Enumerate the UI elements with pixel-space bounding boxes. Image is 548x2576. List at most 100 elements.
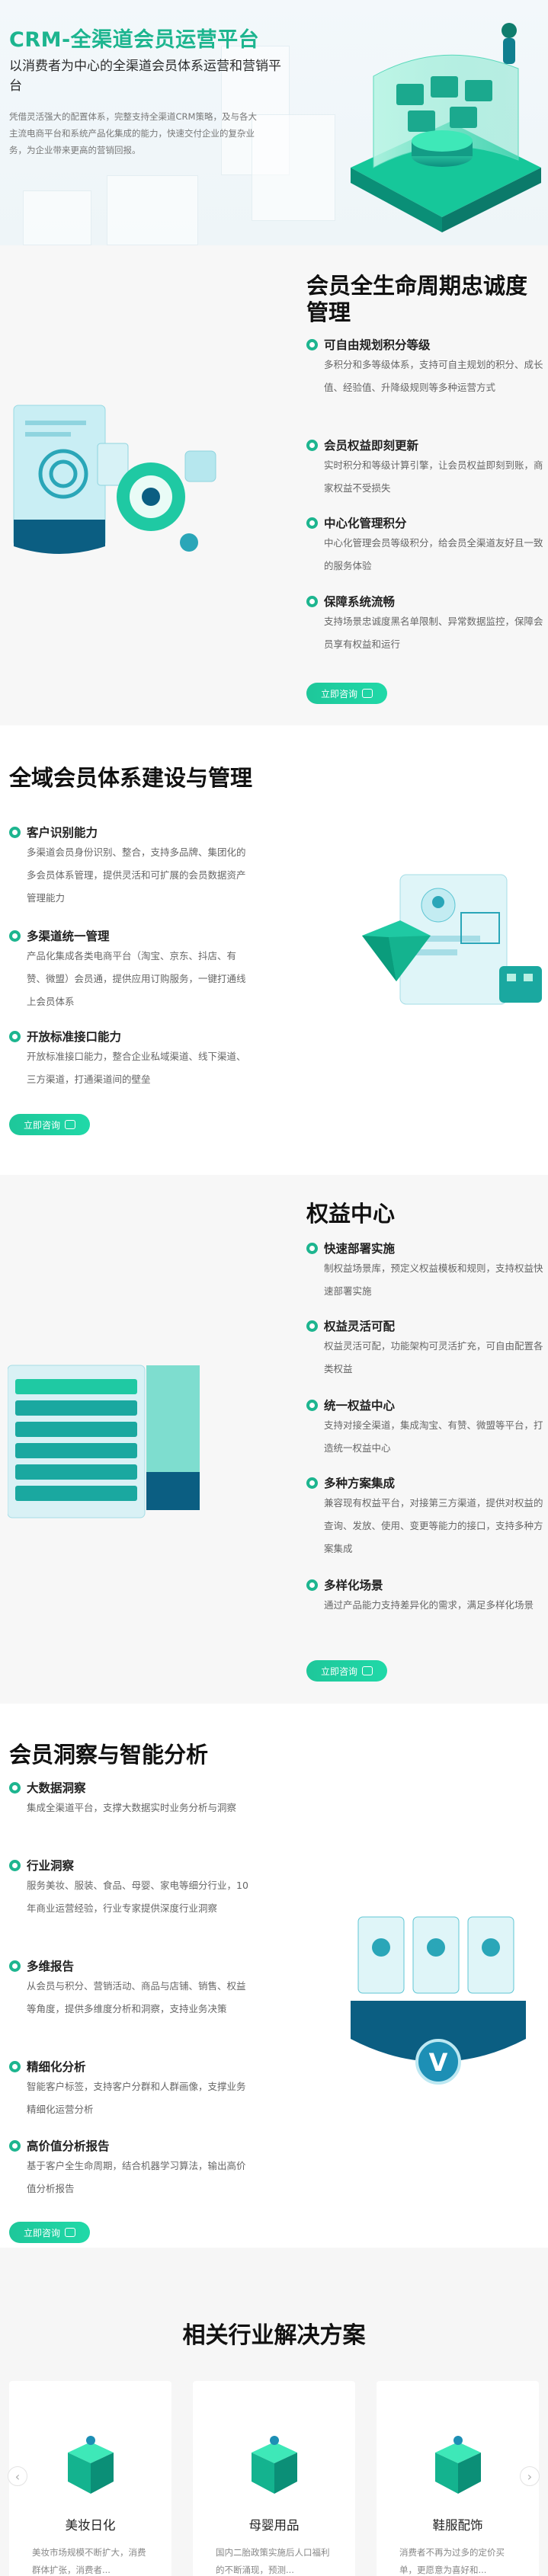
bullet-icon bbox=[306, 1579, 318, 1591]
feature-item: 多样化场景 通过产品能力支持差异化的需求，满足多样化场景 bbox=[306, 1576, 544, 1617]
bullet-icon bbox=[9, 826, 21, 838]
feature-title: 可自由规划积分等级 bbox=[324, 338, 431, 352]
bullet-icon bbox=[9, 1030, 21, 1042]
feature-item: 会员权益即刻更新 实时积分和等级计算引擎，让会员权益即刻到账，商家权益不受损失 bbox=[306, 436, 544, 500]
feature-desc: 服务美妆、服装、食品、母婴、家电等细分行业，10年商业运营经验，行业专家提供深度… bbox=[27, 1880, 248, 1914]
hero-title: CRM-全渠道会员运营平台 bbox=[9, 28, 260, 52]
feature-title: 精细化分析 bbox=[27, 2060, 86, 2074]
feature-title: 保障系统流畅 bbox=[324, 595, 396, 609]
card-title: 母婴用品 bbox=[248, 2518, 300, 2533]
feature-title: 中心化管理积分 bbox=[324, 517, 407, 530]
bullet-icon bbox=[9, 1781, 21, 1794]
feature-item: 可自由规划积分等级 多积分和多等级体系，支持可自主规划的积分、成长值、经验值、升… bbox=[306, 335, 544, 399]
chevron-left-icon[interactable]: ‹ bbox=[8, 2466, 27, 2486]
feature-title: 多种方案集成 bbox=[324, 1477, 396, 1490]
chevron-right-icon[interactable]: › bbox=[520, 2466, 540, 2486]
bullet-icon bbox=[306, 439, 318, 451]
feature-desc: 实时积分和等级计算引擎，让会员权益即刻到账，商家权益不受损失 bbox=[324, 459, 543, 494]
feature-desc: 智能客户标签，支持客户分群和人群画像，支撑业务精细化运营分析 bbox=[27, 2081, 246, 2115]
benefits-list-illustration bbox=[8, 1365, 200, 1518]
feature-desc: 权益灵活可配，功能架构可灵活扩充，可自由配置各类权益 bbox=[324, 1340, 543, 1374]
feature-item: 中心化管理积分 中心化管理会员等级积分，给会员全渠道友好且一致的服务体验 bbox=[306, 514, 544, 578]
feature-item: 精细化分析 智能客户标签，支持客户分群和人群画像，支撑业务精细化运营分析 bbox=[9, 2057, 253, 2121]
section-title: 权益中心 bbox=[306, 1201, 396, 1227]
feature-item: 多渠道统一管理 产品化集成各类电商平台（淘宝、京东、抖店、有赞、微盟）会员通，提… bbox=[9, 926, 253, 1013]
apparel-box-icon bbox=[435, 2436, 481, 2494]
consult-button[interactable]: 立即咨询 bbox=[9, 2222, 90, 2243]
bullet-icon bbox=[306, 1477, 318, 1489]
bullet-icon bbox=[306, 595, 318, 607]
membership-profile-illustration bbox=[362, 874, 542, 1005]
feature-desc: 多积分和多等级体系，支持可自主规划的积分、成长值、经验值、升降级规则等多种运营方… bbox=[324, 359, 543, 393]
feature-item: 保障系统流畅 支持场景忠诚度黑名单限制、异常数据监控，保障会员享有权益和运行 bbox=[306, 592, 544, 656]
feature-item: 多种方案集成 兼容现有权益平台，对接第三方渠道，提供对权益的查询、发放、使用、变… bbox=[306, 1474, 544, 1560]
feature-desc: 多渠道会员身份识别、整合，支持多品牌、集团化的多会员体系管理，提供灵活和可扩展的… bbox=[27, 846, 246, 904]
bullet-icon bbox=[9, 930, 21, 942]
baby-products-box-icon bbox=[252, 2436, 297, 2494]
feature-title: 多渠道统一管理 bbox=[27, 930, 110, 943]
hero-platform-illustration bbox=[351, 23, 541, 232]
feature-item: 行业洞察 服务美妆、服装、食品、母婴、家电等细分行业，10年商业运营经验，行业专… bbox=[9, 1856, 253, 1920]
bullet-icon bbox=[306, 1399, 318, 1411]
section-title: 会员全生命周期忠诚度管理 bbox=[306, 273, 528, 325]
feature-desc: 兼容现有权益平台，对接第三方渠道，提供对权益的查询、发放、使用、变更等能力的接口… bbox=[324, 1497, 543, 1554]
feature-item: 大数据洞察 集成全渠道平台，支撑大数据实时业务分析与洞察 bbox=[9, 1778, 253, 1819]
feature-item: 多维报告 从会员与积分、营销活动、商品与店铺、销售、权益等角度，提供多维度分析和… bbox=[9, 1957, 253, 2021]
section-membership-system: 全域会员体系建设与管理 客户识别能力 多渠道会员身份识别、整合，支持多品牌、集团… bbox=[0, 725, 548, 1175]
loyalty-dashboard-illustration bbox=[13, 405, 216, 554]
bullet-icon bbox=[306, 1242, 318, 1254]
bullet-icon bbox=[9, 1960, 21, 1972]
section-loyalty-management: 会员全生命周期忠诚度管理 可自由规划积分等级 多积分和多等级体系，支持可自主规划… bbox=[0, 245, 548, 725]
hero-description: 凭借灵活强大的配置体系，完整支持全渠道CRM策略，及与各大主流电商平台和系统产品… bbox=[9, 111, 257, 155]
industry-card[interactable]: 美妆日化 美妆市场规模不断扩大，消费群体扩张，消费者... bbox=[9, 2381, 171, 2576]
feature-title: 会员权益即刻更新 bbox=[324, 439, 419, 453]
feature-title: 统一权益中心 bbox=[324, 1399, 396, 1413]
hero-subtitle: 以消费者为中心的全渠道会员体系运营和营销平台 bbox=[9, 59, 281, 94]
feature-desc: 从会员与积分、营销活动、商品与店铺、销售、权益等角度，提供多维度分析和洞察，支持… bbox=[27, 1980, 246, 2014]
background-block bbox=[23, 190, 91, 245]
bullet-icon bbox=[9, 1859, 21, 1871]
feature-desc: 支持对接全渠道，集成淘宝、有赞、微盟等平台，打造统一权益中心 bbox=[324, 1419, 543, 1454]
chat-icon bbox=[65, 2228, 75, 2237]
feature-title: 多样化场景 bbox=[324, 1579, 383, 1592]
industry-card[interactable]: 母婴用品 国内二胎政策实施后人口福利的不断涌现，预测... bbox=[193, 2381, 355, 2576]
chat-icon bbox=[362, 1666, 373, 1675]
bullet-icon bbox=[9, 2139, 21, 2152]
feature-item: 快速部署实施 制权益场景库，预定义权益模板和规则，支持权益快速部署实施 bbox=[306, 1239, 544, 1303]
feature-item: 客户识别能力 多渠道会员身份识别、整合，支持多品牌、集团化的多会员体系管理，提供… bbox=[9, 823, 253, 910]
background-block bbox=[252, 114, 335, 221]
feature-item: 高价值分析报告 基于客户全生命周期，结合机器学习算法，输出高价值分析报告 bbox=[9, 2136, 253, 2200]
background-block bbox=[107, 175, 198, 245]
hero-banner: CRM-全渠道会员运营平台 以消费者为中心的全渠道会员体系运营和营销平台 凭借灵… bbox=[0, 0, 548, 245]
feature-desc: 通过产品能力支持差异化的需求，满足多样化场景 bbox=[324, 1599, 534, 1611]
cosmetics-box-icon bbox=[68, 2436, 114, 2494]
section-member-insights: 会员洞察与智能分析 大数据洞察 集成全渠道平台，支撑大数据实时业务分析与洞察 行… bbox=[0, 1704, 548, 2248]
section-title: 全域会员体系建设与管理 bbox=[9, 765, 253, 791]
bullet-icon bbox=[306, 1320, 318, 1332]
feature-title: 大数据洞察 bbox=[27, 1781, 86, 1795]
industry-card[interactable]: 鞋服配饰 消费者不再为过多的定价买单，更愿意为喜好和... bbox=[377, 2381, 539, 2576]
feature-item: 统一权益中心 支持对接全渠道，集成淘宝、有赞、微盟等平台，打造统一权益中心 bbox=[306, 1396, 544, 1460]
consult-button[interactable]: 立即咨询 bbox=[306, 683, 387, 704]
card-desc: 美妆市场规模不断扩大，消费群体扩张，消费者... bbox=[32, 2547, 146, 2575]
bullet-icon bbox=[306, 517, 318, 529]
feature-desc: 基于客户全生命周期，结合机器学习算法，输出高价值分析报告 bbox=[27, 2160, 246, 2194]
chat-icon bbox=[362, 689, 373, 698]
feature-title: 多维报告 bbox=[27, 1960, 75, 1973]
bullet-icon bbox=[306, 338, 318, 350]
feature-desc: 制权益场景库，预定义权益模板和规则，支持权益快速部署实施 bbox=[324, 1262, 543, 1297]
section-title: 会员洞察与智能分析 bbox=[9, 1742, 209, 1768]
card-desc: 消费者不再为过多的定价买单，更愿意为喜好和... bbox=[399, 2547, 505, 2575]
feature-title: 快速部署实施 bbox=[324, 1242, 396, 1256]
consult-button[interactable]: 立即咨询 bbox=[306, 1660, 387, 1682]
consult-button[interactable]: 立即咨询 bbox=[9, 1114, 90, 1135]
chat-icon bbox=[65, 1120, 75, 1129]
feature-desc: 中心化管理会员等级积分，给会员全渠道友好且一致的服务体验 bbox=[324, 537, 543, 571]
section-benefits-center: 权益中心 快速部署实施 制权益场景库，预定义权益模板和规则，支持权益快速部署实施… bbox=[0, 1175, 548, 1704]
feature-desc: 集成全渠道平台，支撑大数据实时业务分析与洞察 bbox=[27, 1802, 237, 1813]
feature-title: 权益灵活可配 bbox=[324, 1320, 396, 1333]
feature-item: 权益灵活可配 权益灵活可配，功能架构可灵活扩充，可自由配置各类权益 bbox=[306, 1317, 544, 1381]
feature-title: 高价值分析报告 bbox=[27, 2139, 110, 2153]
feature-desc: 支持场景忠诚度黑名单限制、异常数据监控，保障会员享有权益和运行 bbox=[324, 616, 543, 650]
feature-desc: 产品化集成各类电商平台（淘宝、京东、抖店、有赞、微盟）会员通，提供应用订购服务，… bbox=[27, 950, 246, 1007]
